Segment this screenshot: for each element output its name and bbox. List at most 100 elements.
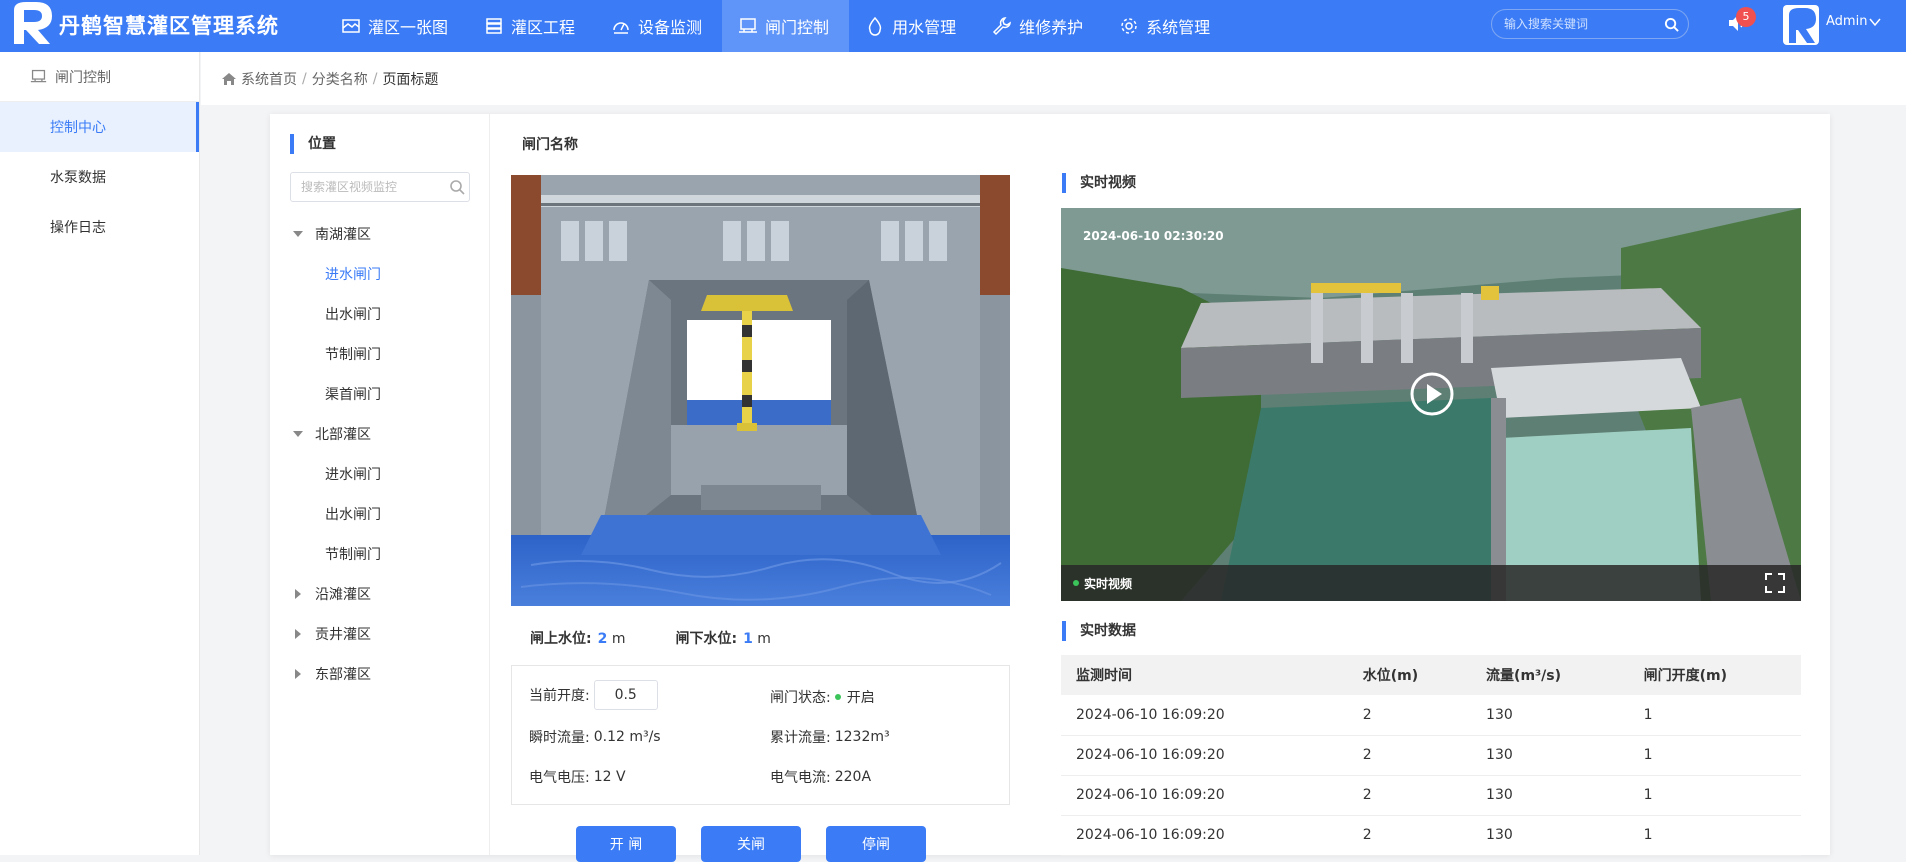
table-cell: 130 bbox=[1471, 775, 1629, 816]
table-row: 2024-06-10 16:09:20 2 130 1 bbox=[1061, 735, 1801, 776]
avatar[interactable] bbox=[1783, 5, 1819, 45]
nav-item-1[interactable]: 灌区工程 bbox=[468, 0, 595, 52]
tree-group[interactable]: 南湖灌区 bbox=[270, 214, 490, 254]
location-tree: 南湖灌区 进水闸门 出水闸门 节制闸门 渠首闸门 北部灌区 进水闸门 出水闸门 节制闸门 沿滩灌区… bbox=[270, 214, 490, 694]
gate-info-box: 当前开度: 闸门状态: 开启 瞬时流量: 0.12 m³/s 累计流量: 123… bbox=[511, 665, 1010, 805]
downstream-level: 闸下水位: 1 m bbox=[675, 631, 771, 647]
caret-right-icon[interactable] bbox=[293, 669, 303, 679]
caret-right-icon[interactable] bbox=[293, 629, 303, 639]
open-gate-button[interactable]: 开 闸 bbox=[576, 826, 676, 862]
caret-down-icon[interactable] bbox=[293, 229, 303, 239]
close-gate-button[interactable]: 关闸 bbox=[701, 826, 801, 862]
gate-status: 闸门状态: 开启 bbox=[770, 687, 875, 707]
map-icon bbox=[342, 19, 360, 33]
user-name[interactable]: Admin bbox=[1826, 14, 1867, 29]
notification-badge: 5 bbox=[1736, 7, 1756, 27]
tree-leaf[interactable]: 进水闸门 bbox=[270, 254, 490, 294]
tree-group[interactable]: 贡井灌区 bbox=[270, 614, 490, 654]
table-cell: 130 bbox=[1471, 695, 1629, 736]
table-cell: 1 bbox=[1628, 695, 1801, 736]
nav-item-label: 用水管理 bbox=[892, 18, 957, 37]
breadcrumb: 系统首页 / 分类名称 / 页面标题 bbox=[201, 52, 1906, 105]
nav-item-2[interactable]: 设备监测 bbox=[595, 0, 722, 52]
table-row: 2024-06-10 16:09:20 2 130 1 bbox=[1061, 695, 1801, 736]
main-panel: 位置 南湖灌区进水闸门出水闸门节制闸门渠首闸门北部灌区进水闸门出水闸门节制闸门沿… bbox=[270, 114, 1830, 862]
realtime-data-table: 监测时间 水位(m) 流量(m³/s) 闸门开度(m) 2024-06-10 16:0… bbox=[1061, 655, 1801, 856]
wrench-icon bbox=[993, 17, 1012, 36]
fullscreen-icon[interactable] bbox=[1765, 573, 1785, 593]
top-bar: 丹鹤智慧灌区管理系统 灌区一张图 灌区工程 设备监测 闸门控制 用水管理 维修养护 系统管理… bbox=[0, 0, 1906, 52]
table-cell: 1 bbox=[1628, 735, 1801, 776]
tree-group-label: 贡井灌区 bbox=[315, 627, 371, 643]
breadcrumb-home[interactable]: 系统首页 bbox=[241, 69, 297, 89]
nav-item-label: 设备监测 bbox=[638, 18, 703, 37]
current-value: 220A bbox=[834, 769, 872, 785]
nav-item-0[interactable]: 灌区一张图 bbox=[325, 0, 468, 52]
tree-group-label: 东部灌区 bbox=[315, 667, 371, 683]
breadcrumb-category[interactable]: 分类名称 bbox=[312, 69, 368, 89]
voltage-label: 电气电压: bbox=[529, 770, 590, 786]
home-icon[interactable] bbox=[221, 71, 237, 87]
tree-group[interactable]: 沿滩灌区 bbox=[270, 574, 490, 614]
video-timestamp: 2024-06-10 02:30:20 bbox=[1083, 229, 1224, 243]
table-header-row: 监测时间 水位(m) 流量(m³/s) 闸门开度(m) bbox=[1061, 655, 1801, 695]
sidebar-item-1[interactable]: 水泵数据 bbox=[0, 152, 199, 202]
stop-gate-button[interactable]: 停闸 bbox=[826, 826, 926, 862]
server-icon bbox=[486, 18, 502, 34]
table-cell: 1 bbox=[1628, 815, 1801, 856]
water-drop-icon bbox=[868, 16, 882, 36]
breadcrumb-separator: / bbox=[372, 70, 378, 87]
tree-leaf[interactable]: 进水闸门 bbox=[270, 454, 490, 494]
table-header-cell: 流量(m³/s) bbox=[1471, 655, 1629, 695]
table-cell: 130 bbox=[1471, 735, 1629, 776]
location-search-input[interactable] bbox=[301, 180, 449, 194]
avatar-logo-icon bbox=[1789, 8, 1816, 43]
tree-leaf[interactable]: 渠首闸门 bbox=[270, 374, 490, 414]
table-header-cell: 监测时间 bbox=[1061, 655, 1348, 695]
status-dot-icon bbox=[834, 694, 841, 700]
tree-leaf[interactable]: 节制闸门 bbox=[270, 334, 490, 374]
breadcrumb-separator: / bbox=[302, 70, 307, 87]
tree-group-label: 沿滩灌区 bbox=[315, 587, 371, 603]
table-header-cell: 闸门开度(m) bbox=[1628, 655, 1801, 695]
sidebar-item-2[interactable]: 操作日志 bbox=[0, 202, 199, 252]
sidebar-item-0[interactable]: 控制中心 bbox=[0, 102, 199, 152]
app-title: 丹鹤智慧灌区管理系统 bbox=[59, 14, 279, 38]
nav-item-label: 系统管理 bbox=[1146, 18, 1211, 37]
nav-item-label: 灌区一张图 bbox=[368, 18, 449, 37]
nav-item-label: 维修养护 bbox=[1019, 18, 1084, 37]
gate-control-icon bbox=[30, 69, 47, 83]
tree-group[interactable]: 北部灌区 bbox=[270, 414, 490, 454]
video-player[interactable]: 2024-06-10 02:30:20 实时视频 bbox=[1061, 208, 1801, 601]
gate-name-title: 闸门名称 bbox=[522, 137, 578, 153]
status-value: 开启 bbox=[846, 690, 875, 706]
voltage-value: 12 V bbox=[593, 769, 626, 785]
tree-leaf[interactable]: 出水闸门 bbox=[270, 494, 490, 534]
tree-group[interactable]: 东部灌区 bbox=[270, 654, 490, 694]
search-icon[interactable] bbox=[1664, 17, 1679, 32]
current-label: 电气电流: bbox=[770, 770, 831, 786]
chevron-down-icon[interactable] bbox=[1869, 17, 1881, 27]
search-icon[interactable] bbox=[449, 179, 465, 195]
nav-item-4[interactable]: 用水管理 bbox=[849, 0, 976, 52]
search-input[interactable] bbox=[1504, 17, 1664, 31]
caret-down-icon[interactable] bbox=[293, 429, 303, 439]
nav-item-3[interactable]: 闸门控制 bbox=[722, 0, 850, 52]
tree-leaf[interactable]: 出水闸门 bbox=[270, 294, 490, 334]
instant-flow-label: 瞬时流量: bbox=[529, 730, 590, 746]
play-icon[interactable] bbox=[1409, 371, 1455, 417]
total-flow-label: 累计流量: bbox=[770, 730, 831, 746]
opening-input[interactable] bbox=[593, 680, 658, 710]
tree-group-label: 南湖灌区 bbox=[315, 227, 371, 243]
gate-control-icon bbox=[739, 18, 758, 33]
water-levels: 闸上水位: 2 m 闸下水位: 1 m bbox=[530, 628, 771, 648]
caret-right-icon[interactable] bbox=[293, 589, 303, 599]
table-row: 2024-06-10 16:09:20 2 130 1 bbox=[1061, 815, 1801, 856]
tree-leaf[interactable]: 节制闸门 bbox=[270, 534, 490, 574]
global-search bbox=[1491, 9, 1689, 39]
nav-item-6[interactable]: 系统管理 bbox=[1103, 0, 1230, 52]
current: 电气电流: 220A bbox=[770, 767, 871, 787]
table-cell: 2024-06-10 16:09:20 bbox=[1061, 815, 1348, 856]
gate-illustration bbox=[511, 175, 1010, 606]
nav-item-5[interactable]: 维修养护 bbox=[976, 0, 1103, 52]
